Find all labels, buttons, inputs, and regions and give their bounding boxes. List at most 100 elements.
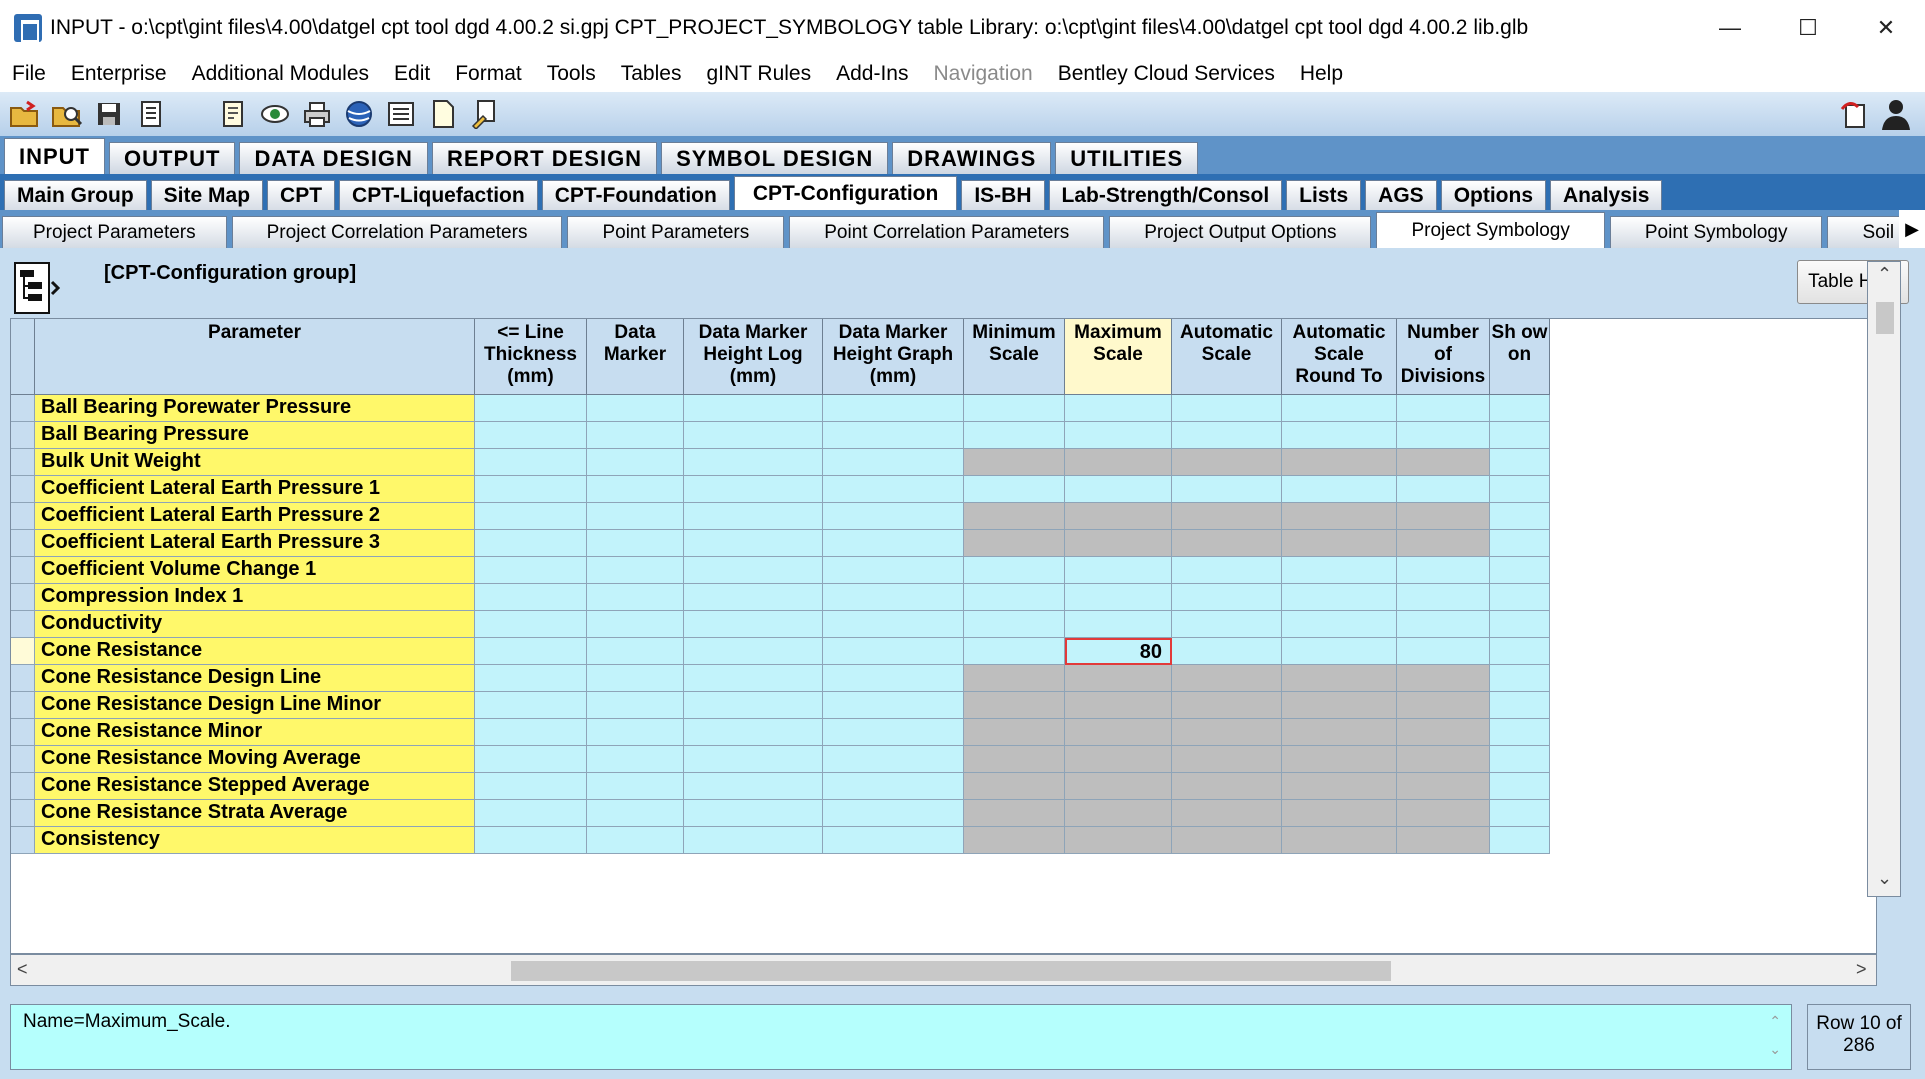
table-cell[interactable] — [587, 503, 684, 530]
table-cell[interactable] — [587, 611, 684, 638]
parameter-name-cell[interactable]: Compression Index 1 — [35, 584, 475, 611]
table-cell[interactable] — [1490, 827, 1550, 854]
table-cell[interactable] — [684, 503, 823, 530]
table-cell[interactable] — [1065, 503, 1172, 530]
row-selector[interactable] — [11, 692, 35, 719]
table-cell[interactable] — [1397, 665, 1490, 692]
table-cell[interactable] — [684, 530, 823, 557]
parameter-name-cell[interactable]: Cone Resistance — [35, 638, 475, 665]
table-cell[interactable] — [1397, 557, 1490, 584]
exit-icon[interactable] — [1837, 97, 1871, 131]
table-cell[interactable] — [587, 557, 684, 584]
close-button[interactable]: ✕ — [1847, 0, 1925, 56]
parameter-name-cell[interactable]: Cone Resistance Moving Average — [35, 746, 475, 773]
table-cell[interactable] — [823, 746, 964, 773]
table-cell[interactable] — [684, 692, 823, 719]
print-icon[interactable] — [300, 97, 334, 131]
table-cell[interactable] — [1065, 611, 1172, 638]
table-cell[interactable] — [1490, 449, 1550, 476]
table-cell[interactable] — [1065, 449, 1172, 476]
table-cell[interactable] — [587, 476, 684, 503]
parameter-name-cell[interactable]: Ball Bearing Pressure — [35, 422, 475, 449]
table-cell[interactable] — [475, 800, 587, 827]
user-icon[interactable] — [1879, 97, 1913, 131]
table-cell[interactable] — [1065, 692, 1172, 719]
group-tree-icon[interactable] — [14, 262, 61, 314]
table-cell[interactable] — [1490, 665, 1550, 692]
table-cell[interactable] — [1172, 395, 1282, 422]
group-tab-cpt-liquefaction[interactable]: CPT-Liquefaction — [339, 180, 538, 210]
table-cell[interactable] — [1282, 584, 1397, 611]
parameter-name-cell[interactable]: Consistency — [35, 827, 475, 854]
table-cell[interactable] — [475, 827, 587, 854]
table-cell[interactable] — [684, 557, 823, 584]
table-cell[interactable] — [1490, 422, 1550, 449]
table-cell[interactable] — [1490, 584, 1550, 611]
table-cell[interactable] — [1397, 611, 1490, 638]
table-cell[interactable] — [1065, 800, 1172, 827]
table-cell[interactable] — [1490, 503, 1550, 530]
table-cell[interactable] — [1490, 557, 1550, 584]
row-selector[interactable] — [11, 665, 35, 692]
parameter-name-cell[interactable]: Cone Resistance Design Line Minor — [35, 692, 475, 719]
edit-document-icon[interactable] — [468, 97, 502, 131]
table-cell[interactable] — [684, 611, 823, 638]
tab-scroll-right-icon[interactable]: ▶ — [1899, 210, 1925, 248]
table-tab-point-correlation-parameters[interactable]: Point Correlation Parameters — [789, 216, 1105, 248]
table-cell[interactable] — [1172, 422, 1282, 449]
table-cell[interactable] — [1065, 719, 1172, 746]
table-cell[interactable] — [823, 557, 964, 584]
scroll-right-icon[interactable]: > — [1856, 959, 1867, 980]
table-cell[interactable] — [475, 557, 587, 584]
table-cell[interactable] — [1282, 773, 1397, 800]
table-cell[interactable] — [823, 611, 964, 638]
new-page-icon[interactable] — [426, 97, 460, 131]
table-cell[interactable] — [823, 584, 964, 611]
table-cell[interactable] — [1172, 746, 1282, 773]
table-cell[interactable] — [1397, 719, 1490, 746]
table-cell[interactable] — [684, 800, 823, 827]
table-cell[interactable] — [823, 800, 964, 827]
row-selector[interactable] — [11, 746, 35, 773]
table-cell[interactable] — [587, 746, 684, 773]
view-eye-icon[interactable] — [258, 97, 292, 131]
table-cell[interactable] — [1172, 503, 1282, 530]
vertical-scrollbar[interactable]: ⌃ ⌄ — [1867, 261, 1901, 897]
table-cell[interactable] — [475, 584, 587, 611]
table-cell[interactable] — [964, 530, 1065, 557]
report-icon[interactable] — [216, 97, 250, 131]
table-cell[interactable] — [823, 503, 964, 530]
table-cell[interactable] — [823, 476, 964, 503]
table-cell[interactable] — [475, 530, 587, 557]
table-cell[interactable] — [823, 638, 964, 665]
group-tab-cpt-configuration[interactable]: CPT-Configuration — [733, 176, 958, 210]
table-cell[interactable] — [1490, 746, 1550, 773]
status-scroll-icon[interactable]: ⌃ ⌄ — [1769, 1007, 1781, 1063]
group-tab-lab-strength-consol[interactable]: Lab-Strength/Consol — [1048, 180, 1283, 210]
menu-add-ins[interactable]: Add-Ins — [836, 62, 908, 86]
table-cell[interactable] — [475, 503, 587, 530]
table-cell[interactable] — [964, 638, 1065, 665]
table-cell[interactable] — [964, 476, 1065, 503]
table-cell[interactable] — [1172, 638, 1282, 665]
table-cell[interactable] — [587, 665, 684, 692]
table-cell[interactable] — [1282, 422, 1397, 449]
table-cell[interactable] — [1282, 530, 1397, 557]
table-cell[interactable] — [823, 827, 964, 854]
table-cell[interactable] — [964, 746, 1065, 773]
table-cell[interactable] — [964, 503, 1065, 530]
table-cell[interactable] — [475, 422, 587, 449]
row-selector[interactable] — [11, 449, 35, 476]
row-selector[interactable] — [11, 530, 35, 557]
horizontal-scroll-thumb[interactable] — [511, 961, 1391, 981]
table-cell[interactable] — [475, 773, 587, 800]
table-cell[interactable] — [1282, 638, 1397, 665]
menu-help[interactable]: Help — [1300, 62, 1343, 86]
group-tab-cpt-foundation[interactable]: CPT-Foundation — [541, 180, 730, 210]
table-cell[interactable] — [964, 665, 1065, 692]
table-cell[interactable] — [964, 395, 1065, 422]
column-header-minimum-scale[interactable]: Minimum Scale — [964, 319, 1065, 395]
group-tab-cpt[interactable]: CPT — [267, 180, 336, 210]
tab-output[interactable]: OUTPUT — [109, 142, 236, 174]
parameter-name-cell[interactable]: Cone Resistance Design Line — [35, 665, 475, 692]
